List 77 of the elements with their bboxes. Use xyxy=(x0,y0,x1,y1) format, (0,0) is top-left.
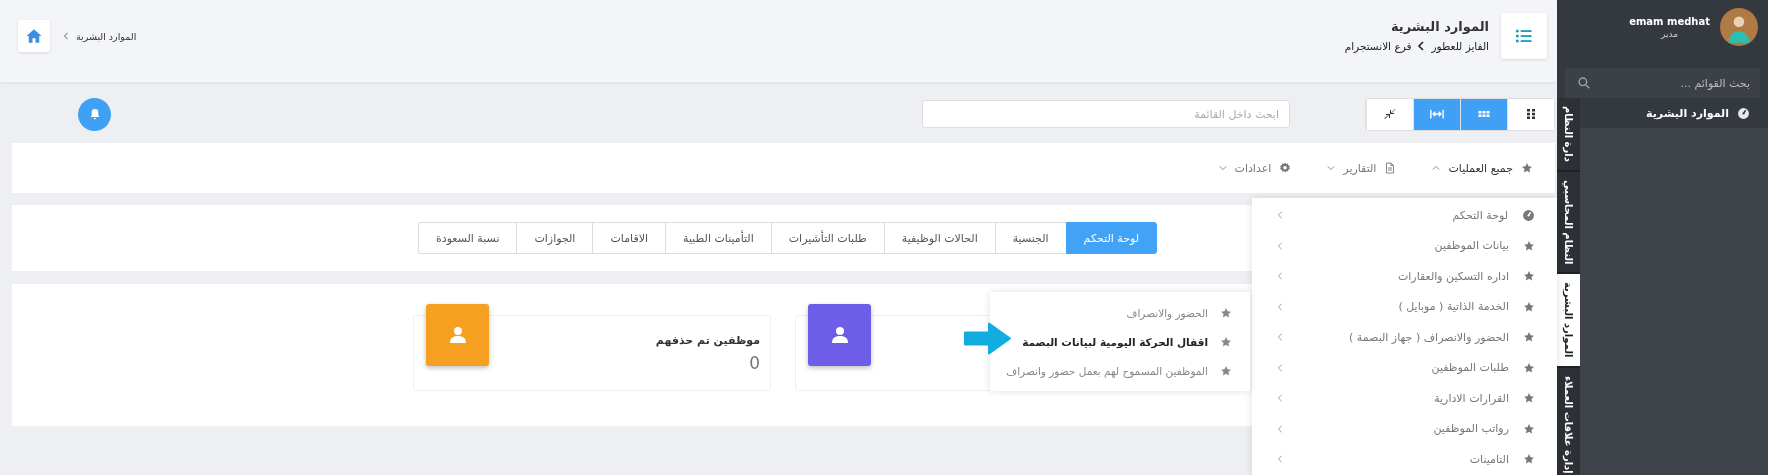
vertical-tab[interactable]: الموارد البشرية xyxy=(1557,274,1580,368)
chevron-left-icon xyxy=(1276,302,1284,311)
menu-bar-item[interactable]: التقارير xyxy=(1327,161,1397,175)
document-icon xyxy=(1384,162,1397,174)
chevron-left-icon xyxy=(1276,363,1284,372)
list-search-field[interactable]: ابحث داخل القائمة xyxy=(922,100,1290,128)
chevron-left-icon xyxy=(1276,241,1284,250)
dropdown-item[interactable]: لوحة التحكم xyxy=(1252,200,1557,231)
dropdown-item[interactable]: بيانات الموظفين xyxy=(1252,230,1557,261)
user-icon xyxy=(447,325,468,345)
submenu-item[interactable]: الموظفين المسموح لهم بعمل حضور وانصراف xyxy=(1006,356,1250,385)
star-icon xyxy=(1523,331,1535,344)
star-icon xyxy=(1521,162,1533,174)
menu-bar-item[interactable]: اعدادات xyxy=(1218,161,1292,175)
star-icon xyxy=(1523,392,1535,405)
star-icon xyxy=(1523,270,1535,283)
menu-bar-item[interactable]: جميع العمليات xyxy=(1432,161,1533,175)
pointer-arrow-icon xyxy=(963,322,1011,355)
breadcrumb-item[interactable]: الموارد البشرية xyxy=(76,30,137,42)
home-icon xyxy=(25,27,43,45)
avatar-icon xyxy=(1720,8,1758,46)
dropdown-item[interactable]: رواتب الموظفين xyxy=(1252,413,1557,444)
user-role: مدير xyxy=(1661,28,1679,39)
user-icon xyxy=(829,325,850,345)
dropdown-item[interactable]: الحضور والانصراف ( جهاز البصمة ) xyxy=(1252,322,1557,353)
chevron-icon xyxy=(62,32,70,40)
tab[interactable]: التأمينات الطبية xyxy=(665,222,771,254)
chevron-icon xyxy=(1416,40,1427,51)
search-icon xyxy=(1577,76,1591,90)
bell-icon xyxy=(88,108,101,120)
breadcrumb-item[interactable]: الفايز للعطور xyxy=(1431,39,1489,52)
star-icon xyxy=(1220,335,1232,348)
settings-icon xyxy=(1279,162,1292,174)
chevron-left-icon xyxy=(1276,424,1284,433)
dropdown-item[interactable]: الخدمة الذاتية ( موبايل ) xyxy=(1252,291,1557,322)
grid-view-button[interactable] xyxy=(1507,98,1554,130)
gauge-icon xyxy=(1737,106,1750,120)
page-title: الموارد البشرية xyxy=(1389,18,1489,34)
chevron-left-icon xyxy=(1276,211,1284,220)
breadcrumb-item[interactable]: فرع الانستجرام xyxy=(1344,39,1412,52)
tab[interactable]: الجنسية xyxy=(994,222,1066,254)
star-icon xyxy=(1523,300,1535,313)
dropdown-item[interactable]: اداره التسكين والعقارات xyxy=(1252,261,1557,292)
dropdown-item[interactable]: التامينات xyxy=(1252,444,1557,475)
expand-view-button[interactable] xyxy=(1413,98,1460,130)
stat-value: 0 xyxy=(749,353,760,373)
dropdown-item[interactable]: القرارات الادارية xyxy=(1252,383,1557,414)
star-icon xyxy=(1220,306,1232,319)
dropdown-item[interactable]: طلبات الموظفين xyxy=(1252,352,1557,383)
chevron-left-icon xyxy=(1276,333,1284,342)
chevron-left-icon xyxy=(1276,455,1284,464)
submenu-item[interactable]: اقفال الحركة اليومية لبيانات البصمة xyxy=(1022,327,1250,356)
star-icon xyxy=(1523,422,1535,435)
submenu-item[interactable]: الحضور والانصراف xyxy=(1126,298,1250,327)
star-icon xyxy=(1523,453,1535,466)
gauge-icon xyxy=(1522,208,1535,222)
star-icon xyxy=(1220,364,1232,377)
star-icon xyxy=(1523,361,1535,374)
expand-width-icon xyxy=(1430,107,1444,121)
star-icon xyxy=(1523,239,1535,252)
tab[interactable]: الحالات الوظيفية xyxy=(883,222,995,254)
tab[interactable]: الجوازات xyxy=(516,222,593,254)
dots-grid-icon xyxy=(1525,108,1537,120)
tab[interactable]: نسبة السعودة xyxy=(418,222,517,254)
menu-button[interactable] xyxy=(1501,13,1547,59)
home-button[interactable] xyxy=(18,20,50,52)
compress-icon xyxy=(1384,108,1396,120)
tab[interactable]: طلبات التأشيرات xyxy=(770,222,884,254)
chevron-left-icon xyxy=(1276,394,1284,403)
stat-title: موظفين تم حذفهم xyxy=(655,334,760,347)
tab[interactable]: الاقامات xyxy=(592,222,665,254)
menu-search-field[interactable]: بحث القوائم ... xyxy=(1565,68,1760,98)
chevron-left-icon xyxy=(1276,272,1284,281)
sidebar-menu-item[interactable]: الموارد البشرية xyxy=(1580,98,1768,128)
notifications-button[interactable] xyxy=(78,97,111,131)
user-name: emam medhat xyxy=(1629,15,1710,27)
dots-grid-icon xyxy=(1478,108,1490,120)
